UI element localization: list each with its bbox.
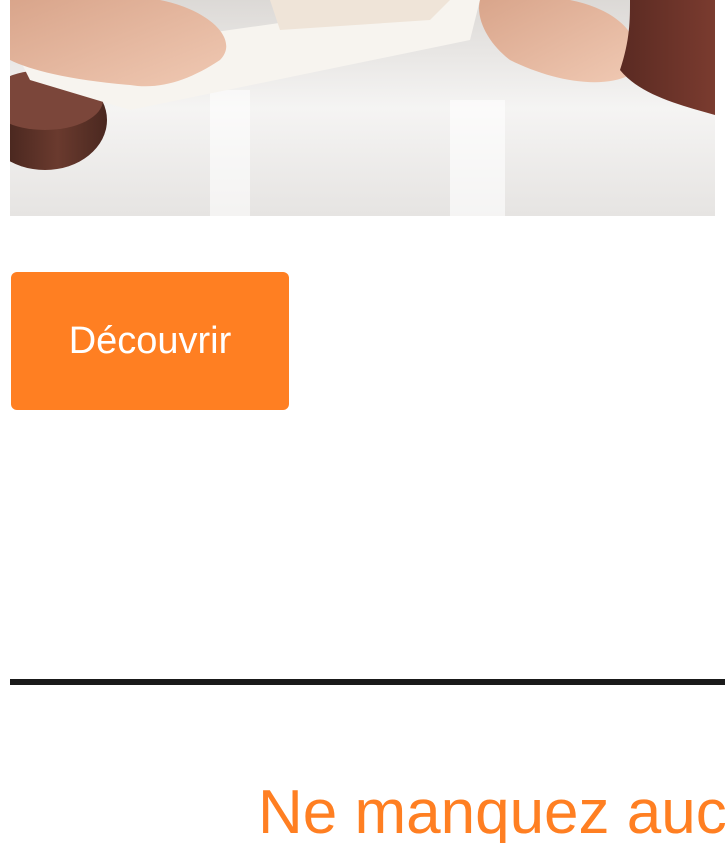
page: Découvrir Ne manquez auc (0, 0, 725, 843)
discover-button[interactable]: Découvrir (11, 272, 289, 410)
newsletter-heading: Ne manquez auc (258, 778, 725, 843)
section-divider (10, 679, 725, 685)
hero-image (10, 0, 715, 216)
